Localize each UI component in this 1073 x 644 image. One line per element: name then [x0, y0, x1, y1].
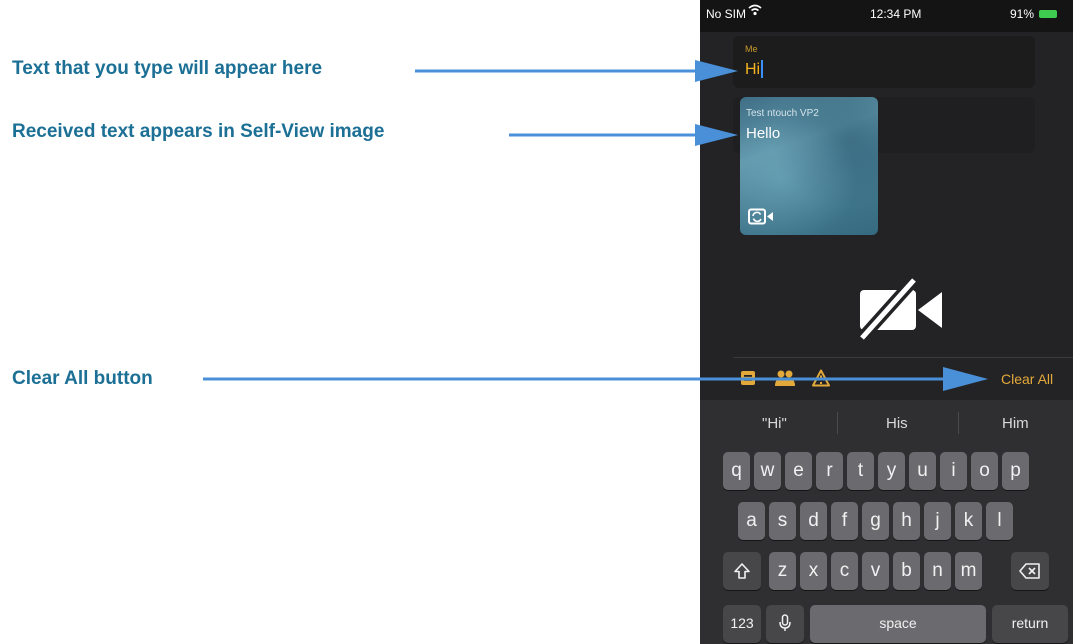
key[interactable]: c	[831, 552, 858, 590]
switch-camera-icon[interactable]	[748, 208, 774, 225]
callout-typed-text: Text that you type will appear here	[12, 58, 323, 79]
key[interactable]: e	[785, 452, 812, 490]
key[interactable]: t	[847, 452, 874, 490]
key[interactable]: a	[738, 502, 765, 540]
key[interactable]: h	[893, 502, 920, 540]
return-key[interactable]: return	[992, 605, 1068, 643]
keyboard: "Hi" His Him q w e r t y u i o p a s d f…	[700, 400, 1073, 644]
key[interactable]: v	[862, 552, 889, 590]
microphone-icon	[779, 614, 791, 631]
space-key[interactable]: space	[810, 605, 986, 643]
battery-icon	[1039, 10, 1057, 18]
clear-all-button[interactable]: Clear All	[1001, 371, 1053, 387]
carrier-label: No SIM	[706, 7, 747, 21]
video-off-icon	[856, 275, 948, 343]
suggestion-item[interactable]: "Hi"	[762, 415, 787, 432]
phone-screen: No SIM 12:34 PM 91% Me Hi Test ntouch VP…	[700, 0, 1073, 644]
remote-caller-label: Test ntouch VP2	[746, 108, 819, 119]
suggestion-item[interactable]: Him	[1002, 415, 1029, 432]
key[interactable]: i	[940, 452, 967, 490]
my-text-box[interactable]: Me Hi	[733, 36, 1035, 88]
key[interactable]: n	[924, 552, 951, 590]
status-bar: No SIM 12:34 PM 91%	[700, 0, 1073, 32]
callout-received-text: Received text appears in Self-View image	[12, 121, 385, 142]
text-cursor	[761, 60, 763, 78]
contacts-icon[interactable]	[775, 369, 795, 387]
self-view-image: Test ntouch VP2 Hello	[740, 97, 878, 235]
key[interactable]: d	[800, 502, 827, 540]
key[interactable]: r	[816, 452, 843, 490]
suggestion-bar: "Hi" His Him	[700, 400, 1073, 444]
key[interactable]: f	[831, 502, 858, 540]
key[interactable]: p	[1002, 452, 1029, 490]
suggestion-item[interactable]: His	[886, 415, 908, 432]
suggestion-divider	[837, 412, 838, 434]
key[interactable]: x	[800, 552, 827, 590]
key[interactable]: b	[893, 552, 920, 590]
key[interactable]: l	[986, 502, 1013, 540]
key[interactable]: o	[971, 452, 998, 490]
wifi-icon	[748, 4, 762, 19]
key[interactable]: g	[862, 502, 889, 540]
dictation-key[interactable]	[766, 605, 804, 643]
key[interactable]: q	[723, 452, 750, 490]
call-toolbar: Clear All	[733, 357, 1073, 399]
shift-icon	[734, 563, 750, 579]
toolbar-divider	[733, 357, 1073, 358]
me-label: Me	[745, 44, 758, 54]
callout-clear-all: Clear All button	[12, 368, 153, 389]
status-time: 12:34 PM	[870, 7, 922, 21]
backspace-icon	[1019, 563, 1040, 579]
notes-icon[interactable]	[740, 369, 758, 387]
battery-percent: 91%	[1010, 7, 1035, 21]
numbers-key[interactable]: 123	[723, 605, 761, 643]
key[interactable]: k	[955, 502, 982, 540]
typed-text: Hi	[745, 61, 761, 78]
shift-key[interactable]	[723, 552, 761, 590]
key[interactable]: z	[769, 552, 796, 590]
received-text: Hello	[746, 125, 781, 142]
alert-icon[interactable]	[812, 369, 830, 387]
key[interactable]: s	[769, 502, 796, 540]
key[interactable]: y	[878, 452, 905, 490]
key[interactable]: j	[924, 502, 951, 540]
suggestion-divider	[958, 412, 959, 434]
key[interactable]: w	[754, 452, 781, 490]
key[interactable]: u	[909, 452, 936, 490]
key[interactable]: m	[955, 552, 982, 590]
delete-key[interactable]	[1011, 552, 1049, 590]
